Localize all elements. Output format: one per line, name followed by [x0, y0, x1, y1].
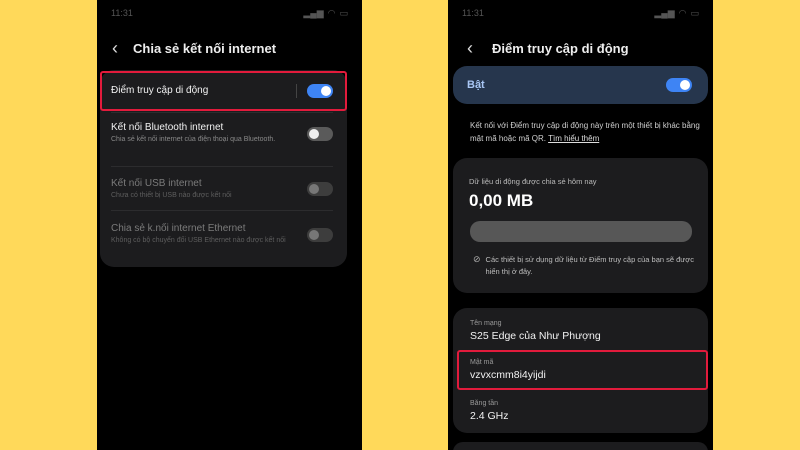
band-value: 2.4 GHz [470, 410, 509, 422]
status-time: 11:31 [111, 8, 133, 18]
right-phone-screen: 11:31 ▂▄▆ ◠ ▭ ‹ Điểm truy cập di động Bậ… [448, 0, 713, 450]
data-usage-card: Dữ liệu di động được chia sẻ hôm nay 0,0… [453, 158, 708, 293]
divider [111, 112, 333, 113]
wifi-icon: ◠ [327, 7, 336, 18]
left-phone-screen: 11:31 ▂▄▆ ◠ ▭ ‹ Chia sẻ kết nối internet… [97, 0, 362, 450]
setting-desc: Chia sẻ kết nối internet của điện thoại … [111, 136, 276, 143]
tethering-settings-card: Điểm truy cập di động Kết nối Bluetooth … [100, 70, 347, 267]
password-field[interactable]: Mật mã vzvxcmm8i4yijdi [470, 358, 546, 382]
setting-row-mobile-hotspot[interactable]: Điểm truy cập di động [100, 84, 347, 98]
network-name-field[interactable]: Tên mạng S25 Edge của Như Phượng [470, 319, 601, 343]
hotspot-info-text: Kết nối với Điểm truy cập di động này tr… [470, 120, 702, 145]
status-bar: 11:31 ▂▄▆ ◠ ▭ [448, 0, 713, 26]
setting-title: Kết nối Bluetooth internet [111, 122, 224, 133]
usage-note: ⊘ Các thiết bị sử dụng dữ liệu từ Điểm t… [473, 254, 698, 277]
divider [111, 210, 333, 211]
band-field[interactable]: Băng tần 2.4 GHz [470, 399, 509, 423]
setting-row-usb-tethering: Kết nối USB internet Chưa có thiết bị US… [100, 177, 347, 201]
battery-icon: ▭ [339, 7, 348, 18]
password-label: Mật mã [470, 359, 494, 366]
signal-icon: ▂▄▆ [654, 7, 675, 18]
wifi-icon: ◠ [678, 7, 687, 18]
hotspot-master-toggle[interactable] [666, 78, 692, 92]
master-switch-label: Bật [467, 79, 485, 91]
back-icon[interactable]: ‹ [97, 38, 133, 59]
link-icon: ⊘ [473, 254, 481, 264]
battery-icon: ▭ [690, 7, 699, 18]
learn-more-link[interactable]: Tìm hiểu thêm [548, 134, 599, 143]
page-header: ‹ Chia sẻ kết nối internet [97, 33, 362, 63]
hotspot-master-switch[interactable]: Bật [453, 66, 708, 104]
setting-row-bluetooth-tethering[interactable]: Kết nối Bluetooth internet Chia sẻ kết n… [100, 121, 347, 145]
divider [296, 84, 297, 98]
usage-label: Dữ liệu di động được chia sẻ hôm nay [469, 177, 597, 186]
setting-title: Kết nối USB internet [111, 178, 202, 189]
network-name-value: S25 Edge của Như Phượng [470, 330, 601, 342]
network-name-label: Tên mạng [470, 320, 502, 327]
setting-title: Điểm truy cập di động [111, 85, 209, 96]
status-icons: ▂▄▆ ◠ ▭ [654, 8, 699, 19]
usage-note-text: Các thiết bị sử dụng dữ liệu từ Điểm tru… [485, 255, 694, 276]
ethernet-tethering-toggle [307, 228, 333, 242]
setting-desc: Không có bộ chuyển đổi USB Ethernet nào … [111, 237, 286, 244]
page-title: Điểm truy cập di động [492, 40, 629, 56]
bluetooth-tethering-toggle[interactable] [307, 127, 333, 141]
divider [111, 166, 333, 167]
back-icon[interactable]: ‹ [448, 38, 492, 59]
next-settings-card [453, 442, 708, 450]
usage-value: 0,00 MB [469, 191, 534, 210]
status-bar: 11:31 ▂▄▆ ◠ ▭ [97, 0, 362, 26]
password-value: vzvxcmm8i4yijdi [470, 369, 546, 381]
network-details-card: Tên mạng S25 Edge của Như Phượng Mật mã … [453, 308, 708, 433]
setting-desc: Chưa có thiết bị USB nào được kết nối [111, 192, 232, 199]
usage-bar [470, 221, 692, 242]
setting-title: Chia sẻ k.nối internet Ethernet [111, 223, 246, 234]
status-time: 11:31 [462, 8, 484, 18]
setting-row-ethernet-tethering: Chia sẻ k.nối internet Ethernet Không có… [100, 222, 347, 246]
usb-tethering-toggle [307, 182, 333, 196]
page-title: Chia sẻ kết nối internet [133, 40, 277, 56]
status-icons: ▂▄▆ ◠ ▭ [303, 8, 348, 19]
signal-icon: ▂▄▆ [303, 7, 324, 18]
mobile-hotspot-toggle[interactable] [307, 84, 333, 98]
page-header: ‹ Điểm truy cập di động [448, 33, 713, 63]
band-label: Băng tần [470, 400, 499, 407]
